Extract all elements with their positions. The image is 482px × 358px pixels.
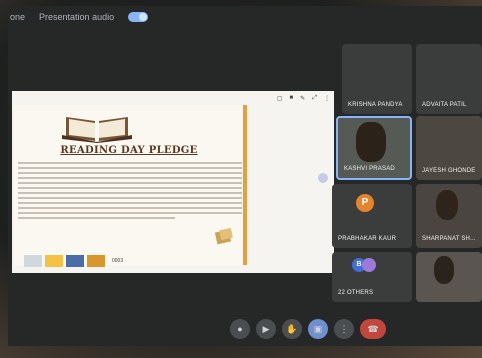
participant-name: Advaita Patil [422, 102, 467, 108]
present-icon: ▣ [313, 323, 323, 334]
slide-image-strip: 0003 [24, 255, 123, 267]
phone-hangup-icon: ☎ [367, 323, 379, 334]
mic-icon: ● [237, 324, 243, 334]
participant-name: Krishna Pandya [348, 102, 403, 108]
slide-title: READING DAY PLEDGE [60, 145, 198, 156]
presentation-audio-label: Presentation audio [39, 12, 115, 22]
participant-name: Prabhakar Kaur [338, 236, 397, 242]
participant-name: Jayesh Ghonde [422, 168, 476, 174]
more-options-button[interactable]: ⋮ [334, 319, 354, 339]
presentation-panel: ▢ ■ ✎ ⤢ ⋮ READING DAY PLEDGE 0003 [12, 91, 334, 273]
present-button[interactable]: ▣ [308, 319, 328, 339]
participant-tile[interactable] [416, 252, 482, 302]
participant-tile-others[interactable]: B 22 others [332, 252, 412, 302]
video-feed [356, 122, 386, 162]
book-stack-icon [214, 227, 233, 245]
slide-canvas: READING DAY PLEDGE 0003 [14, 105, 246, 267]
pin-icon[interactable]: ✎ [300, 95, 305, 102]
participant-name: Sharpanat Sh... [422, 236, 476, 242]
participant-tile[interactable]: Sharpanat Sh... [416, 184, 482, 248]
thumb-image [45, 255, 63, 267]
participant-tile-active[interactable]: Kashvi Prasad [336, 116, 412, 180]
video-feed [434, 256, 454, 284]
call-controls: ● ▶ ✋ ▣ ⋮ ☎ [230, 319, 386, 339]
thumb-image [24, 255, 42, 267]
square-icon[interactable]: ▢ [277, 95, 283, 102]
avatar: P [356, 194, 374, 212]
thumb-caption: 0003 [112, 258, 124, 264]
participant-tile[interactable]: Jayesh Ghonde [416, 116, 482, 180]
mic-button[interactable]: ● [230, 319, 250, 339]
video-feed [436, 190, 458, 220]
hand-icon: ✋ [286, 323, 298, 334]
more-icon[interactable]: ⋮ [324, 95, 330, 102]
presentation-audio-toggle[interactable] [128, 12, 149, 22]
camera-button[interactable]: ▶ [256, 319, 276, 339]
thumb-image [87, 255, 105, 267]
expand-icon[interactable]: ⤢ [312, 95, 317, 102]
more-options-icon: ⋮ [339, 323, 349, 334]
slide-body-text [18, 162, 242, 222]
topbar-fragment: one [10, 12, 26, 22]
thumb-image [66, 255, 84, 267]
participant-name: Kashvi Prasad [344, 166, 395, 172]
participant-name: 22 others [338, 290, 374, 296]
top-bar: one Presentation audio [8, 6, 482, 28]
open-book-icon [62, 117, 132, 143]
presentation-toolbar: ▢ ■ ✎ ⤢ ⋮ [277, 95, 330, 102]
next-slide-button[interactable] [318, 173, 328, 183]
raise-hand-button[interactable]: ✋ [282, 319, 302, 339]
end-call-button[interactable]: ☎ [360, 319, 386, 339]
participant-tile[interactable]: Advaita Patil [416, 44, 482, 114]
dot-icon[interactable]: ■ [290, 95, 294, 102]
camera-icon: ▶ [262, 323, 270, 334]
slide-accent-bar [243, 105, 247, 265]
avatar [362, 258, 376, 272]
meeting-screen: one Presentation audio ▢ ■ ✎ ⤢ ⋮ READING… [8, 6, 482, 346]
participant-tile[interactable]: P Prabhakar Kaur [332, 184, 412, 248]
participant-tile[interactable]: Krishna Pandya [342, 44, 412, 114]
